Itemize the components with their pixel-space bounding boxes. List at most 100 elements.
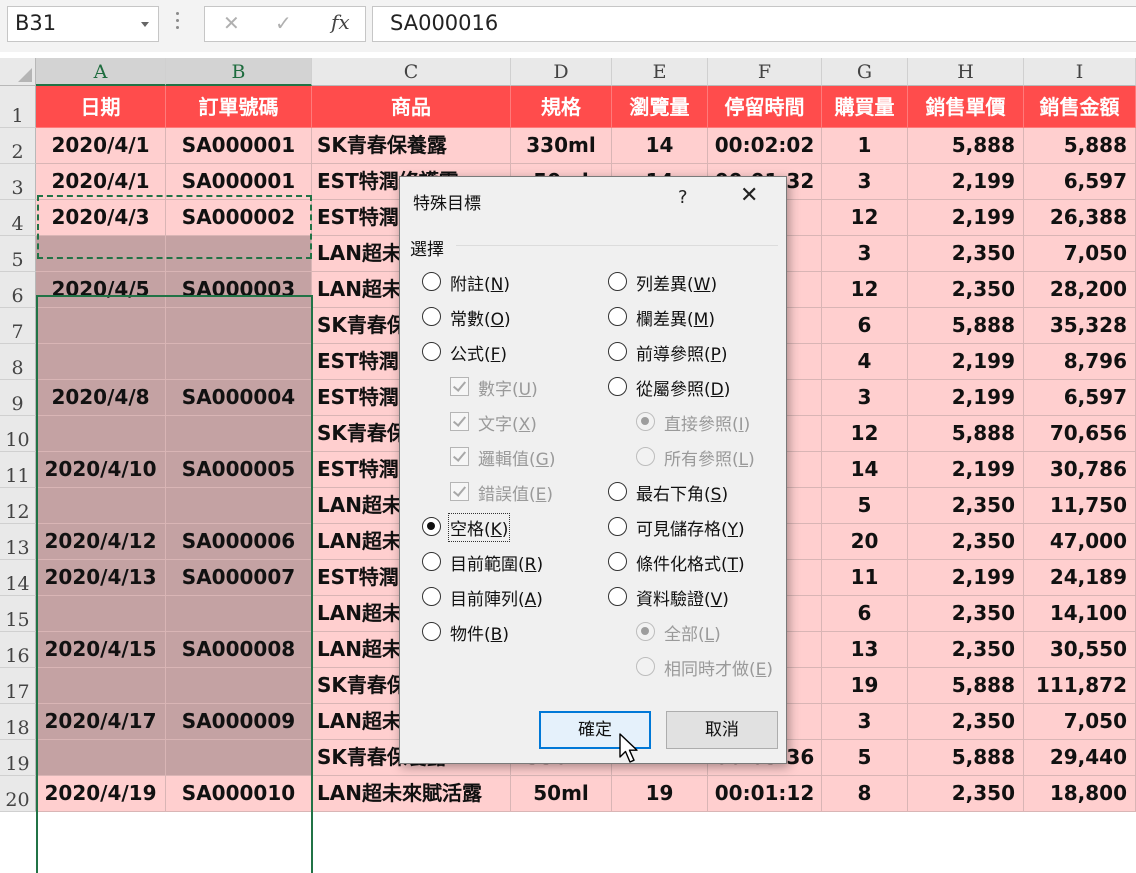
data-cell[interactable]: 2020/4/12 (36, 524, 166, 560)
data-cell[interactable] (36, 740, 166, 776)
cancel-icon[interactable]: ✕ (223, 11, 240, 35)
data-cell[interactable]: 35,328 (1024, 308, 1136, 344)
radio-button[interactable] (608, 552, 627, 571)
radio-button[interactable] (608, 482, 627, 501)
data-cell[interactable]: SA000002 (166, 200, 312, 236)
data-cell[interactable]: 00:02:02 (708, 128, 822, 164)
data-cell[interactable]: 14,100 (1024, 596, 1136, 632)
radio-button[interactable] (608, 517, 627, 536)
radio-button[interactable] (422, 342, 441, 361)
data-cell[interactable]: 2020/4/3 (36, 200, 166, 236)
data-cell[interactable]: 2,350 (908, 488, 1024, 524)
radio-button[interactable] (422, 307, 441, 326)
data-cell[interactable] (36, 416, 166, 452)
data-cell[interactable]: SA000009 (166, 704, 312, 740)
formula-input[interactable]: SA000016 (372, 6, 1136, 42)
data-cell[interactable]: 3 (822, 236, 908, 272)
chevron-down-icon[interactable] (141, 22, 149, 27)
data-cell[interactable]: 2,350 (908, 236, 1024, 272)
data-cell[interactable]: 2,199 (908, 560, 1024, 596)
data-cell[interactable] (36, 236, 166, 272)
data-cell[interactable]: 20 (822, 524, 908, 560)
data-cell[interactable]: 330ml (511, 128, 612, 164)
radio-button[interactable] (422, 517, 441, 536)
data-cell[interactable]: 2020/4/1 (36, 164, 166, 200)
data-cell[interactable]: SA000005 (166, 452, 312, 488)
data-cell[interactable]: 28,200 (1024, 272, 1136, 308)
column-header-h[interactable]: H (908, 58, 1024, 86)
data-cell[interactable] (36, 344, 166, 380)
data-cell[interactable]: 6,597 (1024, 380, 1136, 416)
data-cell[interactable]: 6 (822, 596, 908, 632)
data-cell[interactable] (166, 308, 312, 344)
data-cell[interactable]: 11 (822, 560, 908, 596)
data-cell[interactable]: 2,350 (908, 596, 1024, 632)
header-cell[interactable]: 銷售單價 (908, 86, 1024, 128)
data-cell[interactable]: SA000001 (166, 164, 312, 200)
data-cell[interactable]: 12 (822, 200, 908, 236)
data-cell[interactable]: 2020/4/13 (36, 560, 166, 596)
data-cell[interactable]: 6,597 (1024, 164, 1136, 200)
data-cell[interactable] (166, 488, 312, 524)
data-cell[interactable]: 19 (612, 776, 708, 812)
radio-button[interactable] (422, 552, 441, 571)
data-cell[interactable]: 24,189 (1024, 560, 1136, 596)
data-cell[interactable]: 19 (822, 668, 908, 704)
row-header-17[interactable]: 17 (0, 668, 36, 704)
data-cell[interactable]: 3 (822, 380, 908, 416)
data-cell[interactable] (36, 668, 166, 704)
data-cell[interactable]: SA000008 (166, 632, 312, 668)
data-cell[interactable]: 7,050 (1024, 236, 1136, 272)
data-cell[interactable]: 7,050 (1024, 704, 1136, 740)
data-cell[interactable] (36, 488, 166, 524)
row-header-4[interactable]: 4 (0, 200, 36, 236)
data-cell[interactable]: 111,872 (1024, 668, 1136, 704)
data-cell[interactable]: 26,388 (1024, 200, 1136, 236)
data-cell[interactable]: 1 (822, 128, 908, 164)
row-header-5[interactable]: 5 (0, 236, 36, 272)
data-cell[interactable]: 5,888 (908, 740, 1024, 776)
data-cell[interactable]: SA000001 (166, 128, 312, 164)
cancel-button[interactable]: 取消 (666, 711, 778, 749)
row-header-3[interactable]: 3 (0, 164, 36, 200)
data-cell[interactable]: 2020/4/19 (36, 776, 166, 812)
header-cell[interactable]: 商品 (312, 86, 511, 128)
row-header-1[interactable]: 1 (0, 86, 36, 128)
header-cell[interactable]: 日期 (36, 86, 166, 128)
data-cell[interactable]: 5,888 (908, 668, 1024, 704)
data-cell[interactable]: 2,199 (908, 380, 1024, 416)
data-cell[interactable]: 00:01:12 (708, 776, 822, 812)
data-cell[interactable]: 5,888 (1024, 128, 1136, 164)
data-cell[interactable]: 2020/4/17 (36, 704, 166, 740)
row-header-18[interactable]: 18 (0, 704, 36, 740)
data-cell[interactable]: 5,888 (908, 308, 1024, 344)
data-cell[interactable]: 12 (822, 272, 908, 308)
data-cell[interactable]: 12 (822, 416, 908, 452)
data-cell[interactable]: SA000004 (166, 380, 312, 416)
data-cell[interactable]: SA000007 (166, 560, 312, 596)
data-cell[interactable]: 5,888 (908, 416, 1024, 452)
help-icon[interactable]: ? (678, 187, 688, 208)
data-cell[interactable]: 2,350 (908, 632, 1024, 668)
data-cell[interactable] (166, 344, 312, 380)
data-cell[interactable]: 30,550 (1024, 632, 1136, 668)
data-cell[interactable]: 2020/4/10 (36, 452, 166, 488)
data-cell[interactable]: 18,800 (1024, 776, 1136, 812)
data-cell[interactable]: 13 (822, 632, 908, 668)
data-cell[interactable] (166, 668, 312, 704)
header-cell[interactable]: 停留時間 (708, 86, 822, 128)
data-cell[interactable] (36, 596, 166, 632)
data-cell[interactable]: SA000003 (166, 272, 312, 308)
insert-function-icon[interactable]: fx (331, 10, 350, 34)
row-header-20[interactable]: 20 (0, 776, 36, 812)
data-cell[interactable]: SA000010 (166, 776, 312, 812)
row-header-15[interactable]: 15 (0, 596, 36, 632)
radio-button[interactable] (608, 272, 627, 291)
column-header-d[interactable]: D (511, 58, 612, 86)
data-cell[interactable] (166, 416, 312, 452)
data-cell[interactable]: 2,350 (908, 272, 1024, 308)
data-cell[interactable]: 3 (822, 164, 908, 200)
column-header-a[interactable]: A (36, 58, 166, 86)
column-header-i[interactable]: I (1024, 58, 1136, 86)
data-cell[interactable]: 14 (612, 128, 708, 164)
